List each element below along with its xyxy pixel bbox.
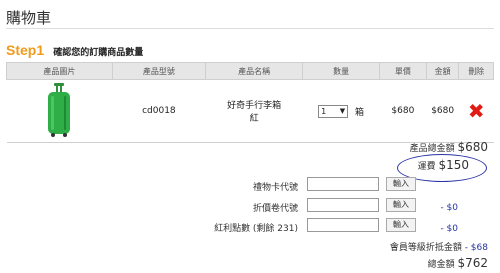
bonus-points-label: 紅利點數 (剩餘 231) <box>214 224 298 234</box>
col-quantity: 數量 <box>302 62 380 80</box>
quantity-select[interactable]: 1 ▼ <box>318 104 349 118</box>
line-amount: $680 <box>426 79 459 143</box>
quantity-cell: 1 ▼ 箱 <box>302 79 380 143</box>
chevron-down-icon: ▼ <box>339 106 346 115</box>
product-name[interactable]: 好奇手行李箱 <box>205 98 302 111</box>
grand-total: 總金額 $762 <box>428 256 488 270</box>
title-divider <box>6 28 494 29</box>
product-total-label: 產品總金額 <box>409 144 455 154</box>
cart-table-header: 產品圖片 產品型號 產品名稱 數量 單價 金額 刪除 <box>6 62 494 80</box>
step-text: 確認您的訂購商品數量 <box>53 48 144 58</box>
page-title: 購物車 <box>6 9 52 27</box>
product-image-cell <box>6 79 113 143</box>
bonus-value: - $0 <box>440 224 458 234</box>
member-discount-value: - $68 <box>464 243 488 253</box>
grand-total-value: $762 <box>457 256 488 270</box>
product-total-value: $680 <box>457 140 488 154</box>
step-number: Step1 <box>6 42 45 58</box>
col-delete: 刪除 <box>458 62 494 80</box>
col-name: 產品名稱 <box>204 62 304 80</box>
delete-cell: ✖ <box>458 79 494 143</box>
gift-card-input[interactable] <box>307 177 379 191</box>
delete-icon[interactable]: ✖ <box>468 99 485 123</box>
product-name-cell: 好奇手行李箱 紅 <box>205 79 303 143</box>
green-luggage-image[interactable] <box>45 82 73 138</box>
grand-total-label: 總金額 <box>427 260 455 270</box>
product-model: cd0018 <box>112 79 206 143</box>
bonus-points-input[interactable] <box>307 218 379 232</box>
discount-code-submit-button[interactable]: 輸入 <box>386 198 416 212</box>
discount-code-label: 折價卷代號 <box>252 204 298 214</box>
cart-table: 產品圖片 產品型號 產品名稱 數量 單價 金額 刪除 cd0018 好奇手行李箱… <box>6 62 494 143</box>
step-heading: Step1 確認您的訂購商品數量 <box>6 40 143 59</box>
col-model: 產品型號 <box>111 62 206 80</box>
table-row: cd0018 好奇手行李箱 紅 1 ▼ 箱 $680 $680 ✖ <box>6 79 494 143</box>
product-variant: 紅 <box>249 114 259 124</box>
gift-card-label: 禮物卡代號 <box>252 183 298 193</box>
col-unit-price: 單價 <box>378 62 427 80</box>
product-total: 產品總金額 $680 <box>410 140 488 154</box>
bonus-points-submit-button[interactable]: 輸入 <box>386 218 416 232</box>
discount-value: - $0 <box>440 203 458 213</box>
quantity-unit: 箱 <box>355 107 365 118</box>
member-discount-label: 會員等級折抵金額 <box>389 243 462 253</box>
unit-price: $680 <box>379 79 427 143</box>
discount-code-input[interactable] <box>307 198 379 212</box>
quantity-value: 1 <box>321 106 327 116</box>
col-amount: 金額 <box>425 62 460 80</box>
member-discount: 會員等級折抵金額 - $68 <box>390 240 488 253</box>
gift-card-submit-button[interactable]: 輸入 <box>386 177 416 191</box>
col-image: 產品圖片 <box>6 62 113 80</box>
